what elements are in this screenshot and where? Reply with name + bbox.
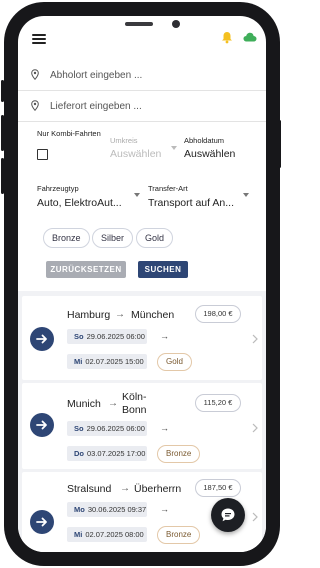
transferart-caret-icon [243, 193, 249, 197]
delivery-date: Mi 02.07.2025 08:00 [67, 527, 147, 542]
transferart-select[interactable]: Transport auf An... [148, 197, 234, 209]
app-screen: Abholort eingeben ... Lieferort eingeben… [18, 16, 266, 552]
arrow-right-icon [36, 334, 47, 344]
price-badge: 198,00 € [195, 305, 241, 323]
date-arrow: → [160, 504, 169, 514]
pickup-date: Mo 30.06.2025 09:37 [67, 502, 147, 517]
bell-icon[interactable] [221, 31, 233, 44]
fahrzeugtyp-select[interactable]: Auto, ElektroAut... [37, 197, 122, 209]
route-arrow: → [115, 309, 125, 320]
delivery-date: Mi 02.07.2025 15:00 [67, 354, 147, 369]
kombi-label: Nur Kombi-Fahrten [37, 129, 101, 138]
route-from: Stralsund [67, 483, 112, 495]
delivery-date: Do 03.07.2025 17:00 [67, 446, 147, 461]
chat-icon [221, 508, 235, 522]
pickup-field[interactable]: Abholort eingeben ... [18, 61, 266, 91]
route-to: Überherrn [134, 483, 182, 495]
phone-side-button [1, 80, 4, 102]
tier-chip-gold[interactable]: Gold [136, 228, 174, 248]
open-transfer-button[interactable] [30, 510, 54, 534]
umkreis-select[interactable]: Auswählen [110, 148, 161, 160]
reset-button[interactable]: ZURÜCKSETZEN [46, 261, 126, 278]
search-button[interactable]: SUCHEN [138, 261, 188, 278]
abholdatum-label: Abholdatum [184, 136, 225, 145]
route-from: Munich [67, 398, 101, 410]
route-to-line1: Köln- [122, 391, 147, 403]
phone-speaker [125, 22, 153, 26]
tier-badge: Bronze [157, 445, 201, 463]
chat-button[interactable] [211, 498, 245, 532]
umkreis-caret-icon [171, 146, 177, 150]
date-arrow: → [160, 331, 169, 341]
route-from: Hamburg [67, 309, 111, 321]
location-pin-icon [31, 69, 39, 80]
chevron-right-icon[interactable] [252, 512, 258, 522]
pickup-date: So 29.06.2025 06:00 [67, 329, 147, 344]
price-badge: 187,50 € [195, 479, 241, 497]
chevron-right-icon[interactable] [252, 423, 258, 433]
tier-badge: Bronze [157, 526, 201, 544]
chevron-right-icon[interactable] [252, 334, 258, 344]
result-card[interactable]: Hamburg → München 198,00 € So 29.06.2025 … [22, 296, 262, 380]
fahrzeugtyp-caret-icon [134, 193, 140, 197]
location-pin-icon [31, 100, 39, 111]
kombi-checkbox[interactable] [37, 149, 48, 160]
hamburger-menu-icon[interactable] [32, 34, 46, 44]
fahrzeugtyp-label: Fahrzeugtyp [37, 184, 79, 193]
phone-volume-up [1, 115, 4, 151]
phone-volume-down [1, 158, 4, 194]
pickup-date: So 29.06.2025 06:00 [67, 421, 147, 436]
delivery-input[interactable]: Lieferort eingeben ... [50, 101, 142, 112]
arrow-right-icon [36, 517, 47, 527]
price-badge: 115,20 € [195, 394, 241, 412]
date-arrow: → [160, 423, 169, 433]
open-transfer-button[interactable] [30, 327, 54, 351]
umkreis-label: Umkreis [110, 136, 138, 145]
tier-chip-bronze[interactable]: Bronze [43, 228, 90, 248]
phone-camera [172, 20, 180, 28]
open-transfer-button[interactable] [30, 413, 54, 437]
transferart-label: Transfer-Art [148, 184, 188, 193]
abholdatum-select[interactable]: Auswählen [184, 148, 235, 160]
result-card[interactable]: Munich → Köln- Bonn 115,20 € So 29.06.202… [22, 383, 262, 469]
arrow-right-icon [36, 420, 47, 430]
pickup-input[interactable]: Abholort eingeben ... [50, 70, 142, 81]
delivery-field[interactable]: Lieferort eingeben ... [18, 92, 266, 122]
phone-power-button [278, 120, 281, 168]
route-arrow: → [108, 398, 118, 409]
cloud-icon[interactable] [243, 32, 257, 42]
tier-chip-silber[interactable]: Silber [92, 228, 134, 248]
tier-badge: Gold [157, 353, 192, 371]
route-to: München [131, 309, 175, 321]
route-arrow: → [120, 483, 130, 494]
route-to-line2: Bonn [122, 404, 147, 416]
